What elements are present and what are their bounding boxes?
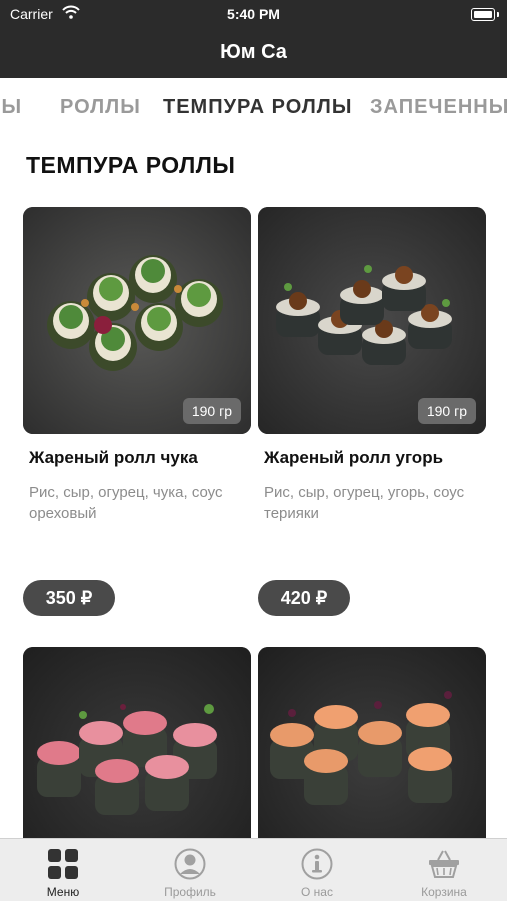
tab-bar: Меню Профиль О нас Корзина <box>0 838 507 901</box>
info-icon <box>301 848 333 880</box>
tab-about-label: О нас <box>301 885 333 899</box>
product-image[interactable]: 190 гр <box>23 207 251 434</box>
status-bar: Carrier 5:40 PM <box>0 0 507 28</box>
weight-badge: 190 гр <box>417 398 476 424</box>
app-header: Carrier 5:40 PM Юм Са <box>0 0 507 78</box>
product-name: Жареный ролл угорь <box>264 448 444 467</box>
battery-icon <box>471 8 499 21</box>
user-icon <box>174 848 206 880</box>
weight-badge: 190 гр <box>182 398 241 424</box>
tab-rolls[interactable]: РОЛЛЫ <box>60 96 141 119</box>
tab-tempura-rolls[interactable]: ТЕМПУРА РОЛЛЫ <box>163 96 352 119</box>
product-description: Рис, сыр, огурец, чука, соус ореховый <box>29 484 223 522</box>
product-image[interactable]: 190 гр <box>258 207 486 434</box>
status-time: 5:40 PM <box>227 6 280 22</box>
section-title: ТЕМПУРА РОЛЛЫ <box>26 152 236 178</box>
price-button[interactable]: 350 ₽ <box>23 580 115 616</box>
tab-profile-label: Профиль <box>164 885 216 899</box>
product-name: Жареный ролл чука <box>29 448 198 467</box>
tab-previous-category[interactable]: НЫ <box>0 96 22 119</box>
tab-baked[interactable]: ЗАПЕЧЕННЫЕ <box>370 96 507 119</box>
tab-cart-label: Корзина <box>421 885 467 899</box>
product-description: Рис, сыр, огурец, угорь, соус терияки <box>264 484 465 522</box>
tab-profile[interactable]: Профиль <box>127 839 253 901</box>
grid-icon <box>47 848 79 880</box>
basket-icon <box>428 848 460 880</box>
app-title: Юм Са <box>220 41 287 63</box>
price-button[interactable]: 420 ₽ <box>258 580 350 616</box>
tab-cart[interactable]: Корзина <box>381 839 507 901</box>
tab-menu[interactable]: Меню <box>0 839 126 901</box>
tab-menu-label: Меню <box>46 885 80 899</box>
category-tabs: НЫ РОЛЛЫ ТЕМПУРА РОЛЛЫ ЗАПЕЧЕННЫЕ <box>0 78 507 134</box>
tab-about[interactable]: О нас <box>254 839 380 901</box>
